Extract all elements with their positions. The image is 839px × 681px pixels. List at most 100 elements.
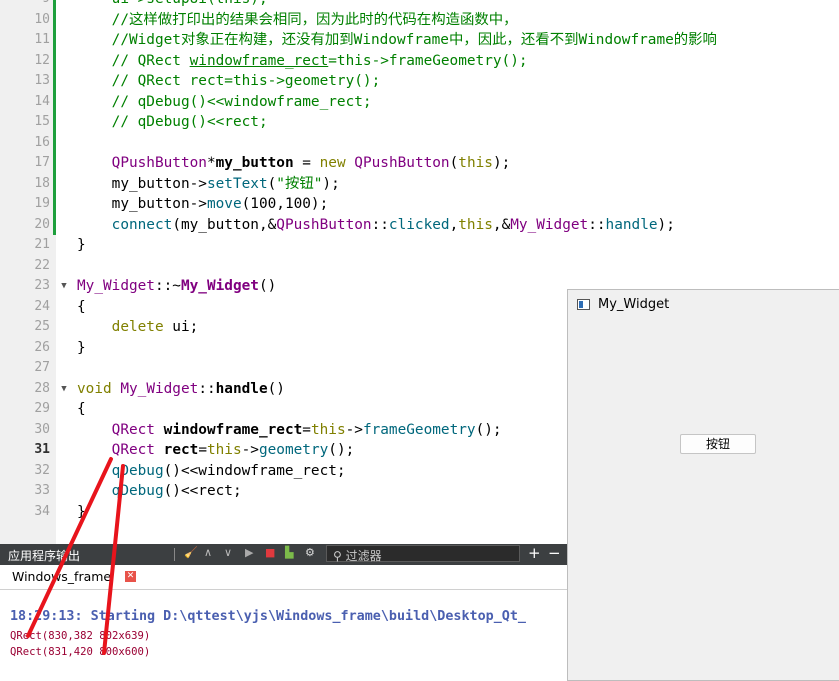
code-token: ();	[328, 442, 355, 458]
code-text: }	[77, 235, 86, 256]
code-token: (	[449, 155, 459, 171]
code-line[interactable]: 9 ui->setupUi(this);	[0, 0, 839, 10]
prev-arrow-icon[interactable]: ∧	[204, 546, 212, 559]
change-marker	[53, 194, 56, 215]
code-token: ()<<windowframe_rect;	[163, 462, 346, 479]
change-marker	[53, 214, 56, 235]
code-token: ,	[449, 216, 459, 233]
line-number: 26	[34, 339, 50, 355]
code-text: void My_Widget::handle()	[77, 379, 285, 400]
code-line[interactable]: 19 my_button->move(100,100);	[0, 194, 839, 215]
output-start-line: 18:29:13: Starting D:\qttest\yjs\Windows…	[10, 609, 526, 624]
fold-arrow-icon[interactable]: ▼	[58, 379, 70, 400]
code-line[interactable]: 10 //这样做打印出的结果会相同，因为此时的代码在构造函数中，	[0, 9, 839, 30]
line-number: 25	[34, 319, 50, 334]
code-line[interactable]: 22	[0, 256, 839, 277]
code-token: ::	[588, 216, 606, 233]
code-line[interactable]: 11 //Widget对象正在构建，还没有加到Windowframe中，因此，还…	[0, 30, 839, 51]
code-token: setText	[206, 175, 268, 192]
code-token: new	[319, 155, 346, 171]
code-line[interactable]: 17 QPushButton*my_button = new QPushButt…	[0, 153, 839, 174]
code-token: windowframe_rect	[163, 421, 303, 438]
attach-debugger-icon[interactable]: ▙	[285, 546, 293, 559]
change-marker	[53, 132, 56, 153]
close-icon[interactable]: ✕	[125, 571, 136, 582]
code-token: ->	[241, 442, 259, 458]
code-token: }	[77, 503, 86, 520]
change-marker	[53, 71, 56, 92]
code-token: qDebug	[111, 462, 164, 479]
code-text: ui->setupUi(this);	[77, 0, 268, 10]
zoom-in-button[interactable]: +	[528, 544, 541, 562]
line-number: 16	[34, 134, 50, 150]
code-token: }	[77, 237, 86, 253]
code-text: // qDebug()<<windowframe_rect;	[77, 92, 372, 113]
gear-icon[interactable]: ⚙	[305, 546, 315, 559]
code-line[interactable]: 13 // QRect rect=this->geometry();	[0, 71, 839, 92]
code-line[interactable]: 15 // qDebug()<<rect;	[0, 112, 839, 133]
code-token: move	[206, 196, 242, 212]
code-token: (my_button,&	[172, 216, 277, 233]
code-token: delete	[111, 319, 164, 335]
code-token: windowframe_rect	[189, 52, 329, 69]
code-token: =this->frameGeometry();	[328, 52, 528, 69]
push-button[interactable]: 按钮	[680, 434, 756, 454]
code-token: rect	[163, 442, 199, 458]
next-arrow-icon[interactable]: ∨	[224, 546, 232, 559]
line-number: 30	[34, 421, 50, 437]
change-marker	[53, 173, 56, 194]
line-number: 11	[34, 32, 50, 47]
code-token: my_button->	[77, 196, 207, 212]
line-number: 10	[34, 11, 50, 27]
code-token: );	[492, 155, 511, 171]
code-line[interactable]: 14 // qDebug()<<windowframe_rect;	[0, 91, 839, 113]
code-token: connect	[111, 216, 173, 233]
code-token: (	[267, 175, 277, 192]
code-line[interactable]: 21}	[0, 235, 839, 256]
code-token: My_Widget	[510, 216, 589, 233]
run-icon[interactable]: ▶	[245, 546, 253, 559]
change-marker	[53, 9, 56, 30]
code-line[interactable]: 18 my_button->setText("按钮");	[0, 173, 839, 194]
code-token: "按钮"	[276, 175, 323, 192]
code-token: ->	[345, 421, 363, 438]
code-token: My_Widget	[77, 278, 155, 294]
code-token: My_Widget	[120, 380, 199, 397]
line-number: 24	[34, 298, 50, 314]
line-number: 34	[34, 503, 50, 519]
stop-icon[interactable]: ■	[265, 546, 275, 559]
code-line[interactable]: 12 // QRect windowframe_rect=this->frame…	[0, 50, 839, 72]
clean-output-icon[interactable]: 🧹	[184, 546, 198, 559]
line-number: 29	[34, 401, 50, 416]
code-token: *	[206, 155, 216, 171]
line-number: 17	[34, 155, 50, 170]
code-line[interactable]: 16	[0, 132, 839, 153]
code-text: my_button->move(100,100);	[77, 194, 329, 215]
tab-windows-frame[interactable]: Windows_frame	[12, 569, 111, 584]
zoom-out-button[interactable]: −	[548, 544, 561, 562]
code-token: QRect	[111, 442, 155, 458]
fold-arrow-icon[interactable]: ▼	[58, 276, 70, 297]
window-title: My_Widget	[598, 297, 670, 312]
my-widget-window[interactable]: My_Widget 按钮	[567, 289, 839, 681]
code-token: =	[198, 442, 207, 458]
code-text: qDebug()<<rect;	[77, 481, 242, 502]
code-token: ::	[371, 216, 389, 233]
code-token: =	[293, 155, 320, 171]
code-text: // QRect windowframe_rect=this->frameGeo…	[77, 51, 528, 72]
output-text-area[interactable]: 18:29:13: Starting D:\qttest\yjs\Windows…	[0, 590, 567, 663]
code-text: {	[77, 297, 86, 318]
code-text: {	[77, 399, 86, 420]
change-marker	[53, 30, 56, 51]
line-number: 20	[34, 216, 50, 232]
code-token: QRect	[111, 421, 155, 438]
code-token: // QRect rect=this->geometry();	[77, 73, 381, 89]
code-line[interactable]: 20 connect(my_button,&QPushButton::click…	[0, 214, 839, 235]
window-titlebar[interactable]: My_Widget	[568, 290, 839, 320]
